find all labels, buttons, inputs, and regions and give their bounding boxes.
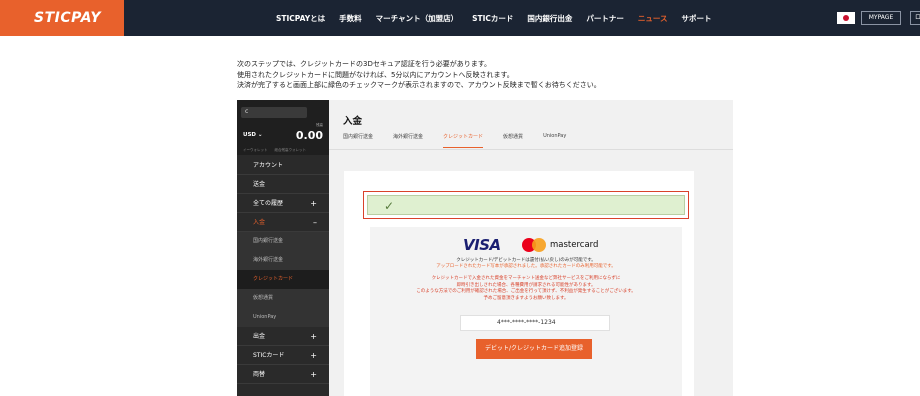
sidebar-item-label: UnionPay bbox=[253, 314, 277, 320]
logo[interactable]: STICPAY bbox=[0, 0, 124, 36]
top-navbar: STICPAY STICPAYとは 手数料 マーチャント（加盟店） STICカー… bbox=[0, 0, 920, 36]
warning-text: クレジットカードで入金された資金をマーチャント送金など弊社サービスをご利用になら… bbox=[370, 276, 682, 302]
warning-line: このような方法でのご利用が確認された場合、ご出金を行って頂けず、不利益が発生する… bbox=[416, 289, 636, 294]
nav-merchant[interactable]: マーチャント（加盟店） bbox=[376, 13, 458, 24]
credit-card-panel: ✓ VISA mastercard クレジットカード/デビットカードは還付(払い… bbox=[344, 171, 694, 396]
tab-credit-card[interactable]: クレジットカード bbox=[443, 133, 484, 148]
sidebar-item-label: 全ての履歴 bbox=[253, 200, 284, 207]
tab-divider bbox=[329, 149, 733, 150]
plus-icon: + bbox=[310, 199, 317, 208]
nav-fees[interactable]: 手数料 bbox=[339, 13, 362, 24]
logo-text: STICPAY bbox=[34, 10, 101, 26]
app-main: 入金 国内銀行送金 海外銀行送金 クレジットカード 仮想通貨 UnionPay … bbox=[329, 100, 733, 396]
tab-domestic[interactable]: 国内銀行送金 bbox=[343, 133, 373, 148]
sidebar-item-withdraw[interactable]: 出金 + bbox=[237, 327, 329, 346]
success-banner: ✓ bbox=[367, 195, 685, 215]
visa-logo: VISA bbox=[463, 236, 501, 254]
warning-line: 予めご留意頂きますようお願い致します。 bbox=[483, 295, 569, 301]
sidebar-item-sticcard[interactable]: STICカード + bbox=[237, 346, 329, 365]
chevron-down-icon: ⌄ bbox=[257, 132, 263, 138]
success-highlight: ✓ bbox=[363, 191, 689, 219]
sidebar-item-history[interactable]: 全ての履歴 + bbox=[237, 194, 329, 213]
sidebar-menu: アカウント 送金 全ての履歴 + 入金 – 国内銀行送金 海外銀行送金 クレジットカ… bbox=[237, 156, 329, 384]
nav-sticcard[interactable]: STICカード bbox=[472, 13, 513, 24]
intro-line: 次のステップでは、クレジットカードの3Dセキュア認証を行う必要があります。 bbox=[237, 60, 492, 68]
sidebar-header: c USD ⌄ 残高 0.00 bbox=[237, 100, 329, 146]
card-info-area: VISA mastercard クレジットカード/デビットカードは還付(払い戻し… bbox=[370, 227, 682, 396]
sidebar-item-account[interactable]: アカウント bbox=[237, 156, 329, 175]
plus-icon: + bbox=[310, 370, 317, 379]
nav-support[interactable]: サポート bbox=[682, 13, 712, 24]
sidebar-item-label: 出金 bbox=[253, 333, 266, 340]
sidebar-subitem-credit[interactable]: クレジットカード bbox=[237, 270, 329, 289]
sidebar-item-label: 仮想通貨 bbox=[253, 295, 274, 301]
balance-label: 残高 bbox=[316, 123, 323, 127]
intro-line: 使用されたクレジットカードに問題がなければ、5分以内にアカウントへ反映されます。 bbox=[237, 70, 514, 79]
sidebar-item-label: アカウント bbox=[253, 162, 284, 169]
approval-note: アップロードされたカード写本が承認されました。承認されたカードのみ利用可能です。 bbox=[436, 264, 616, 269]
sidebar-item-label: 送金 bbox=[253, 181, 266, 188]
mastercard-logo-icon bbox=[522, 238, 546, 252]
nav-about[interactable]: STICPAYとは bbox=[276, 13, 325, 24]
plus-icon: + bbox=[310, 351, 317, 360]
sidebar-item-remit[interactable]: 送金 bbox=[237, 175, 329, 194]
balance-value: 0.00 bbox=[295, 129, 323, 142]
sidebar-item-label: 海外銀行送金 bbox=[253, 257, 284, 263]
intro-text: 次のステップでは、クレジットカードの3Dセキュア認証を行う必要があります。 使用… bbox=[237, 59, 601, 91]
nav-domestic-withdraw[interactable]: 国内銀行出金 bbox=[527, 13, 572, 24]
search-input[interactable]: c bbox=[241, 107, 307, 118]
sidebar-item-label: 入金 bbox=[253, 219, 266, 226]
card-number-field[interactable]: 4***-****-****-1234 bbox=[460, 315, 610, 331]
mastercard-logo-text: mastercard bbox=[550, 240, 599, 250]
plus-icon: + bbox=[310, 332, 317, 341]
mastercard-yellow-circle bbox=[532, 238, 546, 252]
mypage-button[interactable]: MYPAGE bbox=[861, 11, 901, 25]
app-screenshot: c USD ⌄ 残高 0.00 イーウォレット 総合残高ウォレット アカウント … bbox=[237, 100, 733, 396]
sidebar-subitem-domestic[interactable]: 国内銀行送金 bbox=[237, 232, 329, 251]
search-value: c bbox=[245, 108, 249, 115]
sidebar-item-label: 国内銀行送金 bbox=[253, 238, 284, 244]
sidebar-item-label: クレジットカード bbox=[253, 276, 294, 282]
deposit-tabs: 国内銀行送金 海外銀行送金 クレジットカード 仮想通貨 UnionPay bbox=[343, 133, 586, 148]
nav-partner[interactable]: パートナー bbox=[586, 13, 624, 24]
currency-select[interactable]: USD ⌄ bbox=[243, 132, 263, 138]
sidebar-item-label: STICカード bbox=[253, 352, 285, 359]
sidebar-subitem-overseas[interactable]: 海外銀行送金 bbox=[237, 251, 329, 270]
check-icon: ✓ bbox=[384, 199, 395, 213]
japan-flag-icon[interactable] bbox=[837, 12, 855, 24]
sidebar-subitem-unionpay[interactable]: UnionPay bbox=[237, 308, 329, 327]
sidebar-subitem-crypto[interactable]: 仮想通貨 bbox=[237, 289, 329, 308]
nav-news[interactable]: ニュース bbox=[638, 13, 668, 24]
minus-icon: – bbox=[313, 218, 317, 227]
page-title: 入金 bbox=[343, 116, 363, 127]
add-card-button[interactable]: デビット/クレジットカード追加登録 bbox=[476, 339, 592, 359]
wallet-links[interactable]: イーウォレット 総合残高ウォレット bbox=[237, 146, 329, 155]
main-nav: STICPAYとは 手数料 マーチャント（加盟店） STICカード 国内銀行出金… bbox=[276, 13, 726, 24]
tab-crypto[interactable]: 仮想通貨 bbox=[503, 133, 523, 148]
app-sidebar: c USD ⌄ 残高 0.00 イーウォレット 総合残高ウォレット アカウント … bbox=[237, 100, 329, 396]
login-button[interactable]: ロ bbox=[910, 11, 920, 25]
sidebar-item-exchange[interactable]: 両替 + bbox=[237, 365, 329, 384]
currency-value: USD bbox=[243, 132, 256, 138]
sidebar-item-label: 両替 bbox=[253, 371, 266, 378]
sidebar-item-deposit[interactable]: 入金 – bbox=[237, 213, 329, 232]
tab-unionpay[interactable]: UnionPay bbox=[543, 133, 566, 148]
intro-line: 決済が完了すると画面上部に緑色のチェックマークが表示されますので、アカウント反映… bbox=[237, 81, 601, 89]
tab-overseas[interactable]: 海外銀行送金 bbox=[393, 133, 423, 148]
